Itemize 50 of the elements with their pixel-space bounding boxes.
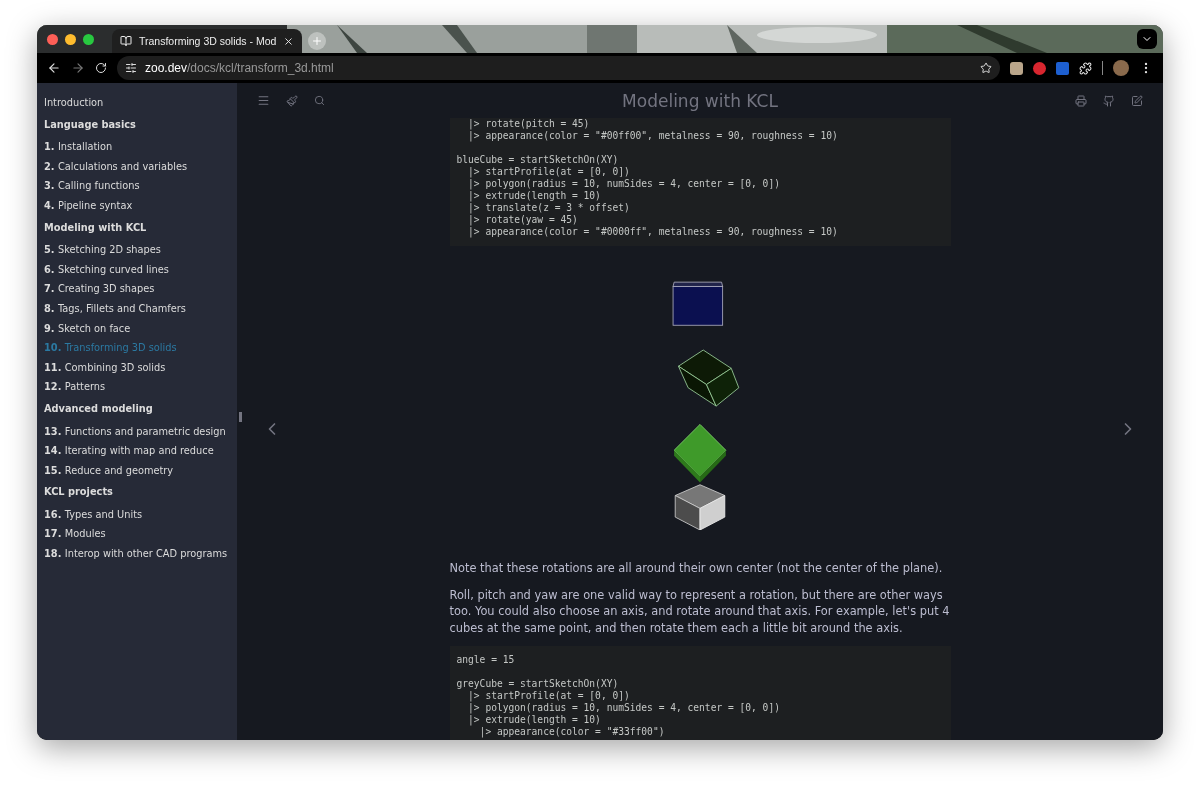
- url-text: zoo.dev/docs/kcl/transform_3d.html: [145, 61, 335, 75]
- bookmark-star-icon[interactable]: [980, 62, 992, 74]
- sidebar-item[interactable]: 16. Types and Units: [44, 504, 237, 525]
- sidebar-heading: Language basics: [44, 117, 137, 132]
- sidebar-item[interactable]: 8. Tags, Fillets and Chamfers: [44, 298, 237, 319]
- tab-search-button[interactable]: [1137, 29, 1157, 49]
- address-bar[interactable]: zoo.dev/docs/kcl/transform_3d.html: [117, 56, 1000, 80]
- sidebar-item[interactable]: 15. Reduce and geometry: [44, 460, 237, 481]
- minimize-window-button[interactable]: [65, 33, 76, 45]
- sidebar-item[interactable]: 17. Modules: [44, 524, 237, 545]
- sidebar-item[interactable]: 5. Sketching 2D shapes: [44, 240, 237, 260]
- forward-icon[interactable]: [71, 61, 85, 75]
- site-settings-icon[interactable]: [125, 62, 137, 74]
- sidebar-item[interactable]: 14. Iterating with map and reduce: [44, 441, 237, 461]
- paragraph: Roll, pitch and yaw are one valid way to represent a rotation, but there are other ways too. You could also choose an axis, and rotate around that axis. For example, let's put 4 cubes at the same point, and then rotate them each a little bit around the axis.: [449, 586, 951, 636]
- sidebar-item[interactable]: 4. Pipeline syntax: [44, 195, 237, 216]
- book-title: Modeling with KCL: [621, 90, 779, 111]
- sidebar-item[interactable]: 2. Calculations and variables: [44, 156, 237, 177]
- plus-icon: [311, 35, 324, 47]
- back-icon[interactable]: [47, 61, 61, 75]
- sidebar-item[interactable]: 7. Creating 3D shapes: [44, 279, 237, 299]
- book-icon: [120, 35, 132, 47]
- sidebar-item[interactable]: 3. Calling functions: [44, 176, 237, 196]
- sidebar-item[interactable]: 9. Sketch on face: [44, 318, 237, 339]
- github-icon[interactable]: [1103, 94, 1115, 107]
- browser-tab[interactable]: Transforming 3D solids - Mod: [112, 29, 303, 53]
- resize-handle[interactable]: [239, 411, 242, 422]
- sidebar-item[interactable]: 12. Patterns: [44, 377, 237, 397]
- sidebar-item[interactable]: 6. Sketching curved lines: [44, 259, 237, 280]
- sidebar-item[interactable]: 11. Combining 3D solids: [44, 357, 237, 378]
- close-window-button[interactable]: [47, 33, 58, 45]
- edit-icon[interactable]: [1131, 94, 1143, 107]
- reload-icon[interactable]: [95, 62, 107, 74]
- maximize-window-button[interactable]: [83, 33, 94, 45]
- sidebar-item[interactable]: 13. Functions and parametric design: [44, 421, 237, 442]
- sidebar-item[interactable]: 1. Installation: [44, 137, 237, 157]
- code-block: |> rotate(pitch = 45) |> appearance(color = "#00ff00", metalness = 90, roughness = 10) blueCube = startSketchOn(XY) |> startProfile(at = [0, 0]) |> polygon(radius = 10, numSides = 4, center = [0, 0]) |> extrude(length = 10) |> translate(z = 3 * offset) |> rotate(yaw = 45) |> appearance(color = "#0000ff", metalness = 90, roughness = 10): [449, 118, 951, 246]
- sidebar-heading: Modeling with KCL: [44, 220, 148, 235]
- sidebar-heading: KCL projects: [44, 485, 114, 500]
- sidebar-heading: Advanced modeling: [44, 401, 154, 416]
- avatar[interactable]: [1113, 60, 1129, 76]
- paragraph: Note that these rotations are all around their own center (not the center of the plane).: [449, 560, 944, 577]
- extensions-icon[interactable]: [1079, 61, 1092, 75]
- search-icon[interactable]: [314, 95, 325, 106]
- print-icon[interactable]: [1075, 94, 1087, 107]
- code-block: angle = 15 greyCube = startSketchOn(XY) |> startProfile(at = [0, 0]) |> polygon(radius = 10, numSides = 4, center = [0, 0]) |> extrude(length = 10) |> appearance(color = "#33ff00"): [449, 646, 951, 740]
- sidebar-item[interactable]: Introduction: [44, 93, 237, 113]
- close-icon[interactable]: [283, 35, 295, 47]
- brush-icon[interactable]: [286, 94, 298, 107]
- sidebar-item[interactable]: 18. Interop with other CAD programs: [44, 544, 237, 564]
